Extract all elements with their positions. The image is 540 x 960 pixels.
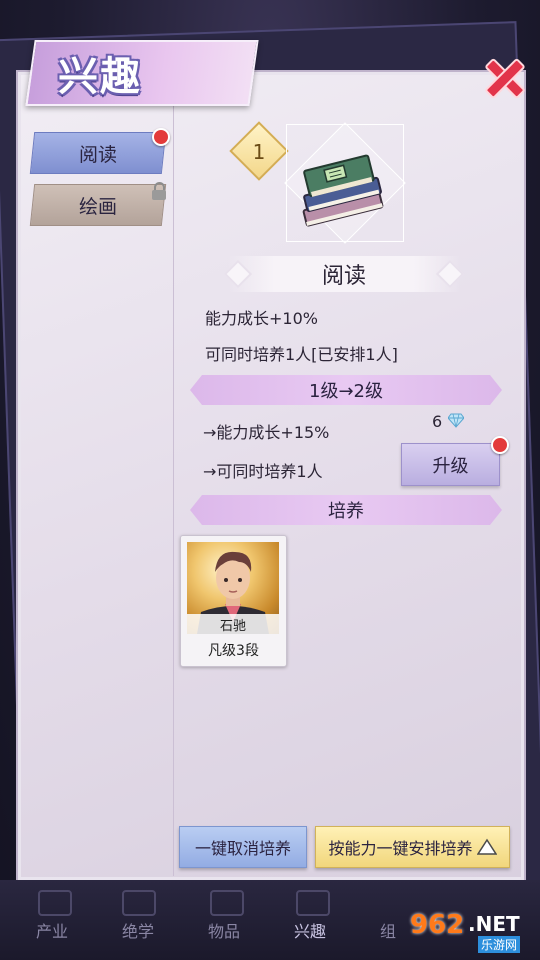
diamond-icon — [448, 413, 464, 428]
close-icon[interactable] — [478, 52, 526, 100]
notification-dot-icon — [491, 436, 509, 454]
page-title: 兴趣 — [58, 54, 142, 100]
industry-icon — [38, 890, 72, 916]
items-icon — [210, 890, 244, 916]
auto-assign-label: 按能力一键安排培养 — [328, 839, 473, 858]
next-effect-capacity: →可同时培养1人 — [203, 462, 323, 481]
skill-icon — [122, 890, 156, 916]
next-effect-growth: →能力成长+15% — [203, 423, 330, 442]
cancel-all-label: 一键取消培养 — [194, 839, 291, 858]
level-number: 1 — [252, 140, 266, 164]
triangle-up-icon — [476, 838, 497, 855]
cancel-all-training-button[interactable]: 一键取消培养 — [179, 826, 307, 868]
watermark-number: 962 — [410, 910, 465, 940]
sidebar-item-painting[interactable]: 绘画 — [29, 184, 167, 226]
character-card[interactable]: 石驰 凡级3段 — [180, 535, 287, 667]
interest-icon — [296, 890, 330, 916]
nav-item-group[interactable]: 组 — [380, 918, 396, 942]
books-icon — [302, 154, 384, 227]
upgrade-band-label: 1级→2级 — [309, 381, 383, 402]
current-effect-capacity: 可同时培养1人[已安排1人] — [205, 345, 398, 364]
auto-assign-training-button[interactable]: 按能力一键安排培养 — [315, 826, 510, 868]
nav-item-interest[interactable]: 兴趣 — [294, 918, 326, 942]
training-band-label: 培养 — [328, 501, 364, 522]
upgrade-button[interactable]: 升级 — [401, 443, 500, 486]
watermark-site: 乐游网 — [478, 936, 521, 953]
character-name: 石驰 — [187, 614, 279, 634]
current-effect-growth: 能力成长+10% — [205, 309, 318, 328]
character-rank: 凡级3段 — [208, 643, 259, 659]
skill-name: 阅读 — [321, 264, 366, 289]
sidebar-item-reading[interactable]: 阅读 — [29, 132, 167, 174]
watermark-domain: .NET — [468, 912, 520, 936]
sidebar-item-label: 绘画 — [78, 195, 117, 218]
nav-item-items[interactable]: 物品 — [208, 918, 240, 942]
sidebar-item-label: 阅读 — [78, 143, 117, 166]
notification-dot-icon — [152, 128, 170, 146]
nav-item-skills[interactable]: 绝学 — [122, 918, 154, 942]
upgrade-cost: 6 — [432, 412, 443, 431]
nav-item-industry[interactable]: 产业 — [36, 918, 68, 942]
lock-icon — [152, 182, 166, 200]
